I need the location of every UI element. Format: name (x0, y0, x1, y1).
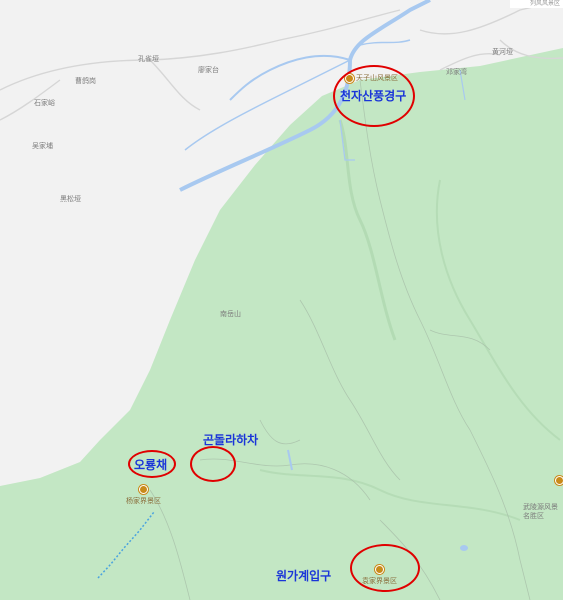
poi-yangjiajie[interactable]: 杨家界景区 (126, 485, 161, 506)
annotation-gondola: 곤돌라하차 (203, 433, 259, 447)
map-background (0, 0, 563, 600)
forest-area (0, 48, 563, 600)
annotation-ring-gondola (190, 446, 236, 482)
place-label-caojiagang: 曹鸽岗 (75, 77, 96, 85)
map-canvas[interactable]: 列风风景区 孔雀垭 廖家台 曹鸽岗 石家峪 吴家埔 黑松垭 邓家湾 黄河垭 南岳… (0, 0, 563, 600)
place-label-nanshan: 南岳山 (220, 310, 241, 318)
place-label-wujiapu: 吴家埔 (32, 142, 53, 150)
scenic-area-icon (555, 476, 563, 485)
annotation-tianzishan: 천자산풍경구 (340, 89, 407, 103)
place-label-kongxinya: 孔雀垭 (138, 55, 159, 63)
place-label-shijiaqi: 石家峪 (34, 99, 55, 107)
annotation-yuanjiajie: 원가계입구 (276, 569, 332, 583)
place-label-liaojiatai: 廖家台 (198, 66, 219, 74)
place-label-wulingyuan: 武陵源风景名胜区 (523, 503, 558, 520)
corner-label: 列风风景区 (510, 0, 563, 8)
poi-label: 杨家界景区 (126, 497, 161, 505)
place-label-huanghe: 黄河垭 (492, 48, 513, 56)
place-label-dengjiawan: 邓家湾 (446, 68, 467, 76)
annotation-ring-yuanjiajie (350, 544, 420, 592)
place-label-heisongya: 黑松垭 (60, 195, 81, 203)
poi-wulingyuan[interactable] (555, 476, 563, 485)
annotation-wulongzhai: 오룡채 (134, 458, 168, 472)
scenic-area-icon (139, 485, 148, 494)
